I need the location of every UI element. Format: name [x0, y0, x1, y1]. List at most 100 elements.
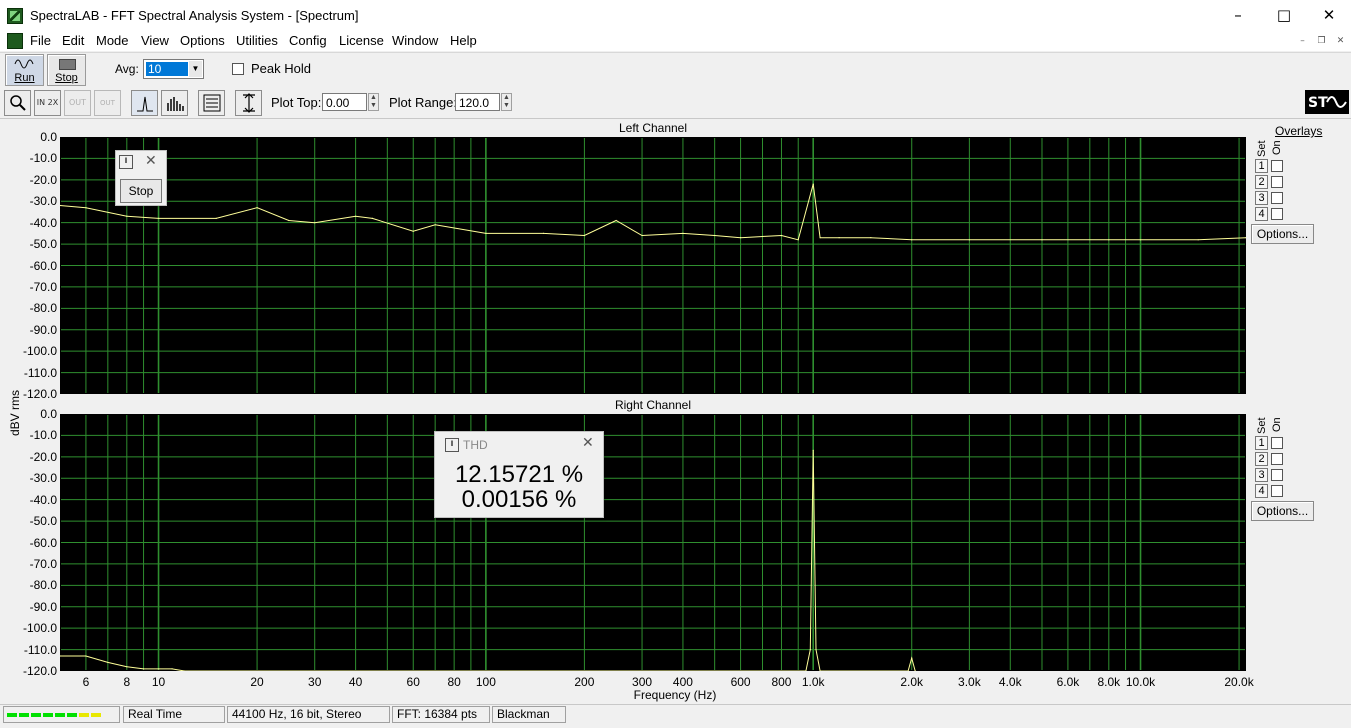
menu-mode[interactable]: Mode [96, 33, 129, 48]
left-overlay-4-checkbox[interactable] [1271, 208, 1283, 220]
app-icon[interactable] [7, 8, 23, 24]
svg-text:ST: ST [1308, 95, 1328, 111]
menu-license[interactable]: License [339, 33, 384, 48]
avg-value: 10 [146, 62, 188, 76]
left-data-point [739, 237, 742, 239]
menu-window[interactable]: Window [392, 33, 438, 48]
menu-options[interactable]: Options [180, 33, 225, 48]
left-data-point [126, 215, 128, 217]
bar-graph-icon[interactable] [161, 90, 188, 116]
pause-icon[interactable]: ‖ [445, 438, 459, 452]
left-data-point [1139, 239, 1142, 241]
left-options-button[interactable]: Options... [1251, 224, 1314, 244]
menu-view[interactable]: View [141, 33, 169, 48]
left-data-point [215, 217, 217, 219]
left-overlay-set-1-button[interactable]: 1 [1255, 159, 1268, 173]
left-y-tick-label: -10.0 [29, 151, 57, 166]
stop-popup-button[interactable]: Stop [120, 179, 162, 203]
menu-config[interactable]: Config [289, 33, 327, 48]
left-channel-title: Left Channel [618, 121, 688, 135]
line-graph-icon[interactable] [131, 90, 158, 116]
thd-value-right: 0.00156 % [461, 486, 577, 513]
left-overlay-on-label: On [1271, 140, 1283, 155]
vertical-scale-icon[interactable] [235, 90, 262, 116]
plot-top-input[interactable]: 0.00 [322, 93, 367, 111]
right-overlay-set-label: Set [1256, 417, 1268, 434]
plot-range-input[interactable]: 120.0 [455, 93, 500, 111]
left-overlay-2-checkbox[interactable] [1271, 176, 1283, 188]
stop-label: Stop [55, 72, 78, 84]
status-format: 44100 Hz, 16 bit, Stereo [227, 706, 390, 723]
right-options-button[interactable]: Options... [1251, 501, 1314, 521]
document-icon[interactable] [7, 33, 23, 49]
left-overlay-1-checkbox[interactable] [1271, 160, 1283, 172]
left-data-point [256, 207, 258, 209]
left-overlay-3-checkbox[interactable] [1271, 192, 1283, 204]
left-overlay-set-3-button[interactable]: 3 [1255, 191, 1268, 205]
plot-top-spinner[interactable]: ▲ ▼ [368, 93, 379, 111]
wave-icon [14, 59, 34, 69]
right-overlay-set-2-button[interactable]: 2 [1255, 452, 1268, 466]
menu-file[interactable]: File [30, 33, 51, 48]
left-data-point [85, 207, 87, 209]
plot-top-label: Plot Top: [271, 95, 322, 110]
close-icon[interactable]: ✕ [145, 153, 157, 169]
overlays-label[interactable]: Overlays [1275, 124, 1322, 138]
right-overlay-set-3-button[interactable]: 3 [1255, 468, 1268, 482]
menu-utilities[interactable]: Utilities [236, 33, 278, 48]
window-title: SpectraLAB - FFT Spectral Analysis Syste… [30, 8, 359, 23]
left-data-point [714, 234, 716, 237]
legend-icon[interactable] [198, 90, 225, 116]
left-data-point [485, 232, 487, 234]
right-overlay-1-checkbox[interactable] [1271, 437, 1283, 449]
left-y-tick-label: -50.0 [29, 237, 57, 252]
mdi-close-icon[interactable]: ✕ [1333, 35, 1348, 48]
close-icon[interactable]: ✕ [1306, 0, 1351, 31]
menu-help[interactable]: Help [450, 33, 477, 48]
right-data-point [812, 449, 814, 452]
right-channel-plot[interactable] [60, 414, 1246, 671]
x-tick-label: 40 [348, 675, 363, 689]
right-y-tick-label: -110.0 [23, 642, 57, 657]
x-tick-label: 10.0k [1125, 675, 1156, 689]
zoom-out-full-button[interactable]: OUT FULL [94, 90, 121, 131]
right-data-point [171, 668, 173, 670]
left-channel-plot[interactable] [60, 137, 1246, 394]
right-overlay-set-1-button[interactable]: 1 [1255, 436, 1268, 450]
avg-select[interactable]: 10 ▼ [143, 59, 204, 79]
x-tick-label: 2.0k [900, 675, 924, 689]
minimize-icon[interactable]: – [1215, 0, 1261, 31]
pause-icon[interactable]: ‖ [119, 155, 133, 169]
mdi-minimize-icon[interactable]: – [1295, 35, 1310, 48]
peak-hold-checkbox[interactable] [232, 63, 244, 75]
left-data-point [780, 234, 783, 237]
left-data-point [314, 222, 316, 224]
x-tick-label: 100 [475, 675, 496, 689]
right-overlay-4-checkbox[interactable] [1271, 485, 1283, 497]
zoom-out-2x-button[interactable]: OUT 2X [64, 90, 91, 131]
left-data-point [819, 237, 821, 239]
plot-range-spinner[interactable]: ▲ ▼ [501, 93, 512, 111]
stop-button[interactable]: Stop [47, 54, 86, 86]
right-data-point [911, 657, 913, 659]
menu-edit[interactable]: Edit [62, 33, 84, 48]
thd-value-left: 12.15721 % [454, 461, 584, 488]
zoom-in-2x-button[interactable]: IN 2X [34, 90, 61, 116]
left-data-point [157, 217, 160, 219]
left-overlay-set-4-button[interactable]: 4 [1255, 207, 1268, 221]
mdi-restore-icon[interactable]: ❐ [1314, 35, 1329, 48]
left-data-point [968, 239, 970, 241]
right-overlay-2-checkbox[interactable] [1271, 453, 1283, 465]
left-overlay-set-2-button[interactable]: 2 [1255, 175, 1268, 189]
close-icon[interactable]: ✕ [582, 435, 594, 451]
magnifier-icon[interactable] [4, 90, 31, 116]
right-y-tick-label: -70.0 [29, 556, 57, 571]
maximize-icon[interactable]: □ [1261, 0, 1307, 31]
left-y-tick-label: -110.0 [23, 365, 57, 380]
right-channel-title: Right Channel [614, 398, 692, 412]
thd-title: THD [463, 438, 488, 452]
run-button[interactable]: Run [5, 54, 44, 86]
left-data-point [542, 232, 545, 234]
right-overlay-set-4-button[interactable]: 4 [1255, 484, 1268, 498]
right-overlay-3-checkbox[interactable] [1271, 469, 1283, 481]
